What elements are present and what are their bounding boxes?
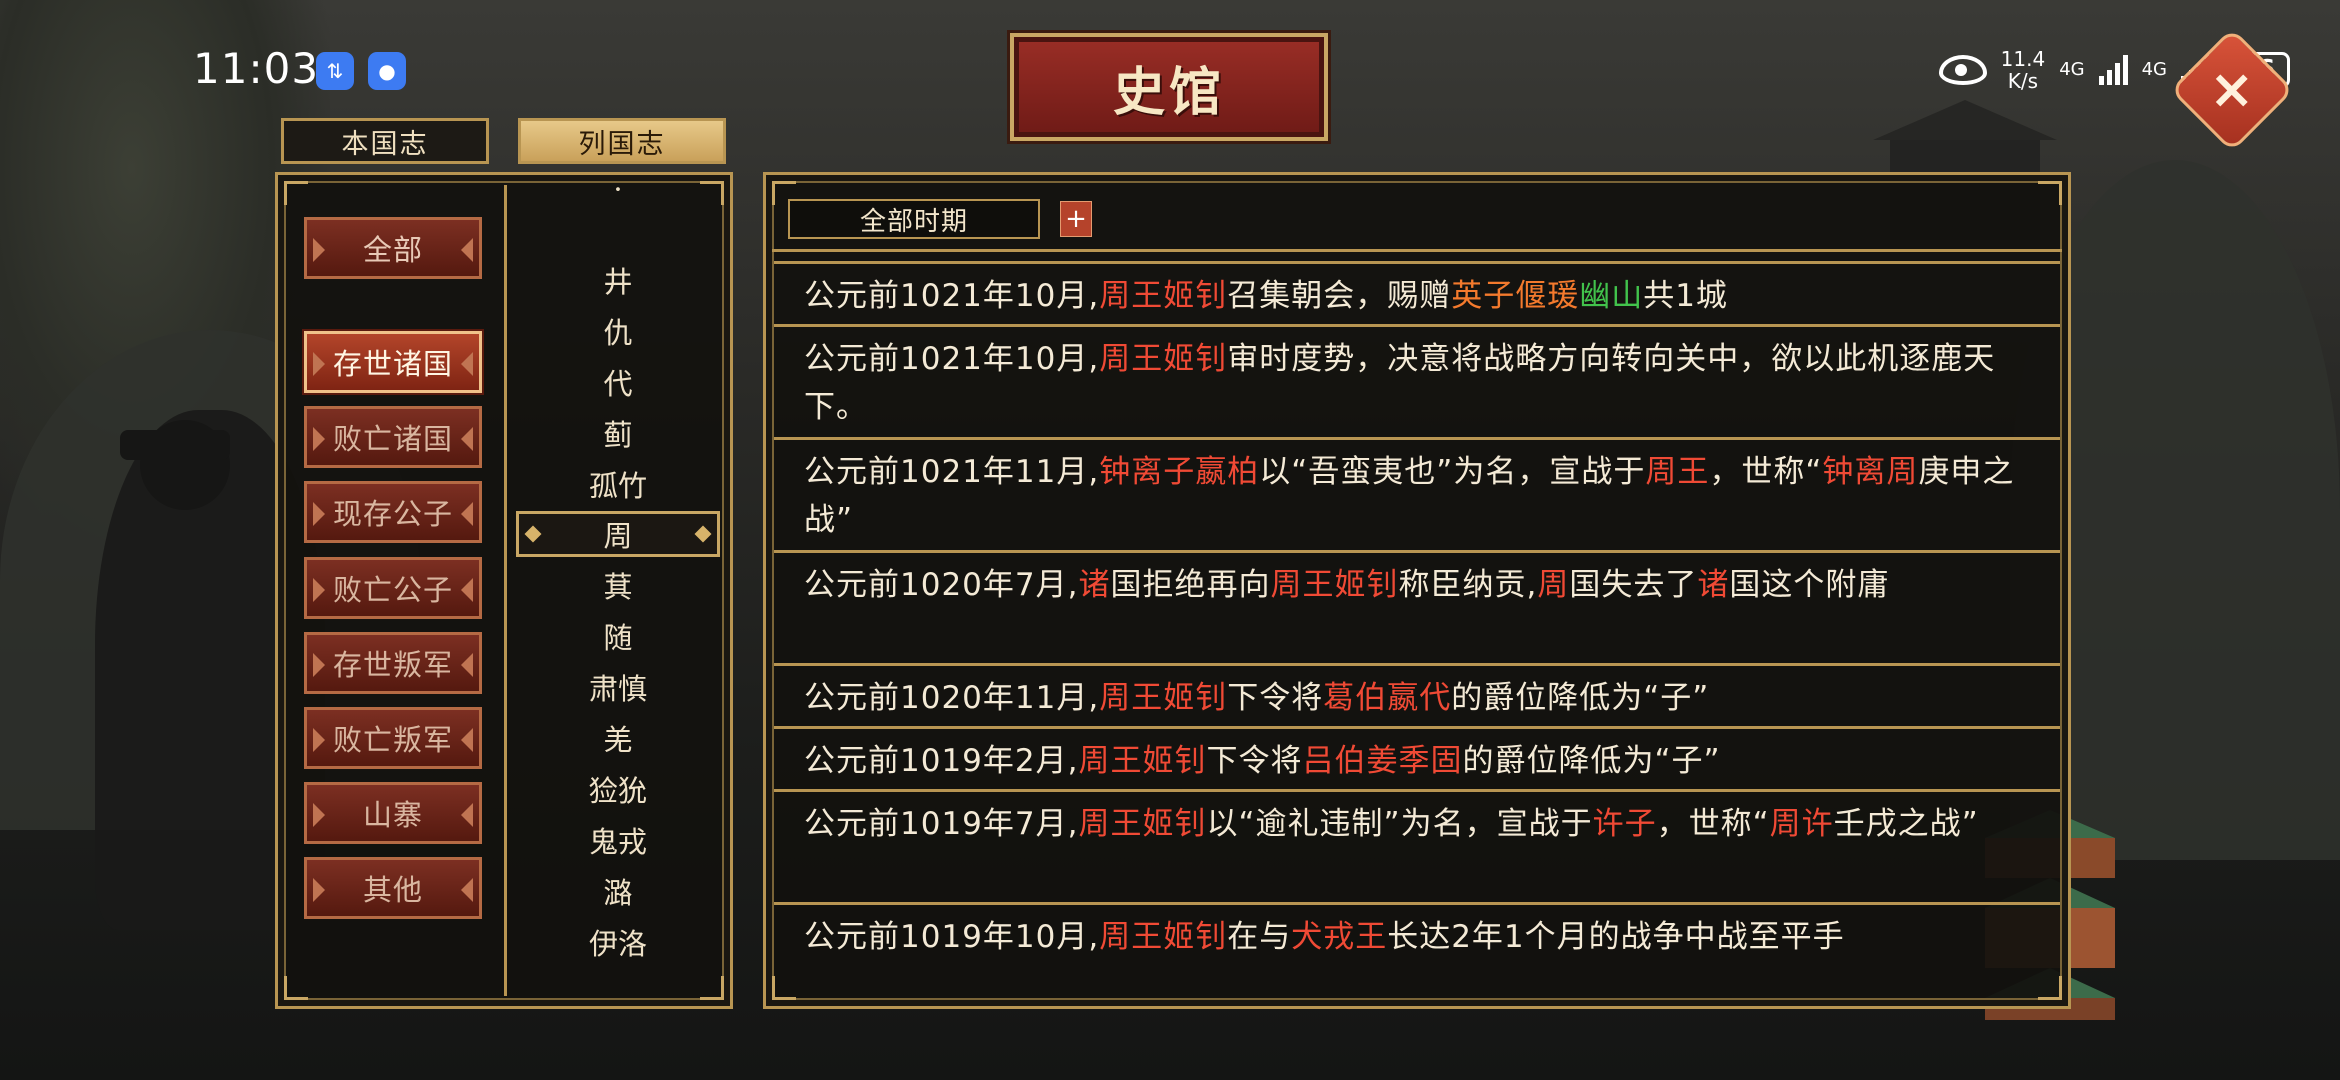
record-name-highlight: 许子 bbox=[1592, 806, 1657, 842]
record-name-highlight: 周许 bbox=[1769, 806, 1834, 842]
category-existing-states-button[interactable]: 存世诸国 bbox=[304, 331, 482, 393]
record-text: 公元前1019年10月, bbox=[804, 919, 1100, 955]
record-name-highlight: 葛伯嬴代 bbox=[1323, 680, 1452, 716]
record-text: 下令将 bbox=[1206, 743, 1303, 779]
record-name-highlight: 英子偃瑗 bbox=[1451, 278, 1580, 314]
category-existing-rebels-button[interactable]: 存世叛军 bbox=[304, 632, 482, 694]
record-item: 公元前1019年7月,周王姬钊以“逾礼违制”为名，宣战于许子，世称“周许壬戌之战… bbox=[774, 789, 2060, 902]
country-item[interactable]: 孤竹 bbox=[510, 461, 726, 507]
record-text: 公元前1020年11月, bbox=[804, 680, 1100, 716]
record-name-highlight: 周王 bbox=[1645, 454, 1710, 490]
record-name-highlight: 犬戎王 bbox=[1291, 919, 1388, 955]
country-item[interactable]: 羌 bbox=[510, 715, 726, 761]
network-type-1: 4G bbox=[2059, 59, 2085, 80]
record-name-highlight: 钟离周 bbox=[1822, 454, 1919, 490]
signal-icon bbox=[2098, 55, 2128, 85]
chat-icon: ● bbox=[368, 52, 406, 90]
record-text: ，世称“ bbox=[1656, 806, 1770, 842]
category-all-button[interactable]: 全部 bbox=[304, 217, 482, 279]
record-text: 国失去了 bbox=[1569, 567, 1698, 603]
record-text: 称臣纳贡, bbox=[1398, 567, 1538, 603]
record-text: 的爵位降低为“子” bbox=[1451, 680, 1710, 716]
record-item: 公元前1020年7月,诸国拒绝再向周王姬钊称臣纳贡,周国失去了诸国这个附庸 bbox=[774, 550, 2060, 663]
record-text: 国这个附庸 bbox=[1729, 567, 1890, 603]
record-item: 公元前1021年10月,周王姬钊审时度势，决意将战略方向转向关中，欲以此机逐鹿天… bbox=[774, 324, 2060, 437]
record-name-highlight: 幽山 bbox=[1579, 278, 1644, 314]
record-text: 下令将 bbox=[1227, 680, 1324, 716]
record-text: 长达2年1个月的战争中战至平手 bbox=[1387, 919, 1845, 955]
country-item[interactable]: 鬼戎 bbox=[510, 817, 726, 863]
record-name-highlight: 周王姬钊 bbox=[1270, 567, 1399, 603]
record-item: 公元前1020年11月,周王姬钊下令将葛伯嬴代的爵位降低为“子” bbox=[774, 663, 2060, 726]
record-text: 公元前1021年11月, bbox=[804, 454, 1100, 490]
record-text: 公元前1019年2月, bbox=[804, 743, 1079, 779]
tab-national-history[interactable]: 本国志 bbox=[281, 118, 489, 164]
country-item[interactable]: 肃慎 bbox=[510, 664, 726, 710]
background-figure-hat bbox=[120, 430, 230, 460]
eye-icon bbox=[1938, 55, 1987, 85]
category-panel: 全部 存世诸国 败亡诸国 现存公子 败亡公子 存世叛军 败亡叛军 山寨 其他 ·… bbox=[275, 172, 733, 1009]
record-item: 公元前1021年10月,周王姬钊召集朝会，赐赠英子偃瑗幽山共1城 bbox=[774, 261, 2060, 324]
country-item[interactable]: 蓟 bbox=[510, 410, 726, 456]
record-text: ，世称“ bbox=[1709, 454, 1823, 490]
network-speed: 11.4 K/s bbox=[2000, 47, 2046, 93]
country-item-selected[interactable]: 周 bbox=[516, 511, 720, 557]
tab-states-history[interactable]: 列国志 bbox=[518, 118, 726, 164]
record-text: 召集朝会，赐赠 bbox=[1227, 278, 1452, 314]
record-name-highlight: 诸 bbox=[1697, 567, 1730, 603]
category-fallen-princes-button[interactable]: 败亡公子 bbox=[304, 557, 482, 619]
list-header-rule bbox=[772, 249, 2062, 252]
period-filter-dropdown[interactable]: 全部时期 bbox=[788, 199, 1040, 239]
record-name-highlight: 周王姬钊 bbox=[1099, 278, 1228, 314]
country-item-partial: · bbox=[613, 185, 623, 206]
category-strongholds-button[interactable]: 山寨 bbox=[304, 782, 482, 844]
network-type-2: 4G bbox=[2141, 59, 2167, 80]
country-item[interactable]: 仇 bbox=[510, 308, 726, 354]
record-name-highlight: 周王姬钊 bbox=[1078, 743, 1207, 779]
record-name-highlight: 吕伯姜季固 bbox=[1302, 743, 1463, 779]
record-text: 公元前1020年7月, bbox=[804, 567, 1079, 603]
record-text: 在与 bbox=[1227, 919, 1292, 955]
country-item[interactable]: 井 bbox=[510, 257, 726, 303]
record-text: 的爵位降低为“子” bbox=[1462, 743, 1721, 779]
record-text: 公元前1021年10月, bbox=[804, 341, 1100, 377]
country-list[interactable]: · 井 仇 代 蓟 孤竹 周 萁 随 肃慎 羌 猃狁 鬼戎 潞 伊洛 bbox=[510, 185, 726, 996]
record-text: 以“逾礼违制”为名，宣战于 bbox=[1206, 806, 1593, 842]
record-text: 公元前1019年7月, bbox=[804, 806, 1079, 842]
category-fallen-rebels-button[interactable]: 败亡叛军 bbox=[304, 707, 482, 769]
record-name-highlight: 钟离子嬴柏 bbox=[1099, 454, 1260, 490]
country-item[interactable]: 猃狁 bbox=[510, 766, 726, 812]
panel-divider bbox=[504, 185, 507, 996]
category-existing-princes-button[interactable]: 现存公子 bbox=[304, 481, 482, 543]
record-text: 共1城 bbox=[1643, 278, 1728, 314]
record-name-highlight: 周王姬钊 bbox=[1099, 680, 1228, 716]
record-text: 壬戌之战” bbox=[1833, 806, 1979, 842]
record-text: 以“吾蛮夷也”为名，宣战于 bbox=[1259, 454, 1646, 490]
status-time: 11:03 bbox=[193, 44, 320, 93]
record-name-highlight: 周王姬钊 bbox=[1078, 806, 1207, 842]
country-item[interactable]: 代 bbox=[510, 359, 726, 405]
transfer-icon: ⇅ bbox=[316, 52, 354, 90]
plus-icon[interactable]: + bbox=[1060, 201, 1092, 237]
page-title: 史馆 bbox=[1112, 61, 1225, 123]
record-name-highlight: 周王姬钊 bbox=[1099, 919, 1228, 955]
close-icon: × bbox=[2209, 58, 2255, 121]
country-item[interactable]: 随 bbox=[510, 613, 726, 659]
record-name-highlight: 周王姬钊 bbox=[1099, 341, 1228, 377]
record-item: 公元前1021年11月,钟离子嬴柏以“吾蛮夷也”为名，宣战于周王，世称“钟离周庚… bbox=[774, 437, 2060, 550]
record-text: 公元前1021年10月, bbox=[804, 278, 1100, 314]
category-fallen-states-button[interactable]: 败亡诸国 bbox=[304, 406, 482, 468]
record-item: 公元前1019年2月,周王姬钊下令将吕伯姜季固的爵位降低为“子” bbox=[774, 726, 2060, 789]
record-text: 国拒绝再向 bbox=[1110, 567, 1271, 603]
country-item[interactable]: 潞 bbox=[510, 868, 726, 914]
record-name-highlight: 诸 bbox=[1078, 567, 1111, 603]
record-list[interactable]: 公元前1021年10月,周王姬钊召集朝会，赐赠英子偃瑗幽山共1城 公元前1021… bbox=[774, 261, 2060, 996]
record-item: 公元前1019年10月,周王姬钊在与犬戎王长达2年1个月的战争中战至平手 bbox=[774, 902, 2060, 996]
country-item[interactable]: 萁 bbox=[510, 562, 726, 608]
country-item[interactable]: 伊洛 bbox=[510, 919, 726, 965]
category-other-button[interactable]: 其他 bbox=[304, 857, 482, 919]
record-name-highlight: 周 bbox=[1537, 567, 1570, 603]
records-panel: 全部时期 + 公元前1021年10月,周王姬钊召集朝会，赐赠英子偃瑗幽山共1城 … bbox=[763, 172, 2071, 1009]
page-title-plaque: 史馆 bbox=[1010, 33, 1328, 141]
